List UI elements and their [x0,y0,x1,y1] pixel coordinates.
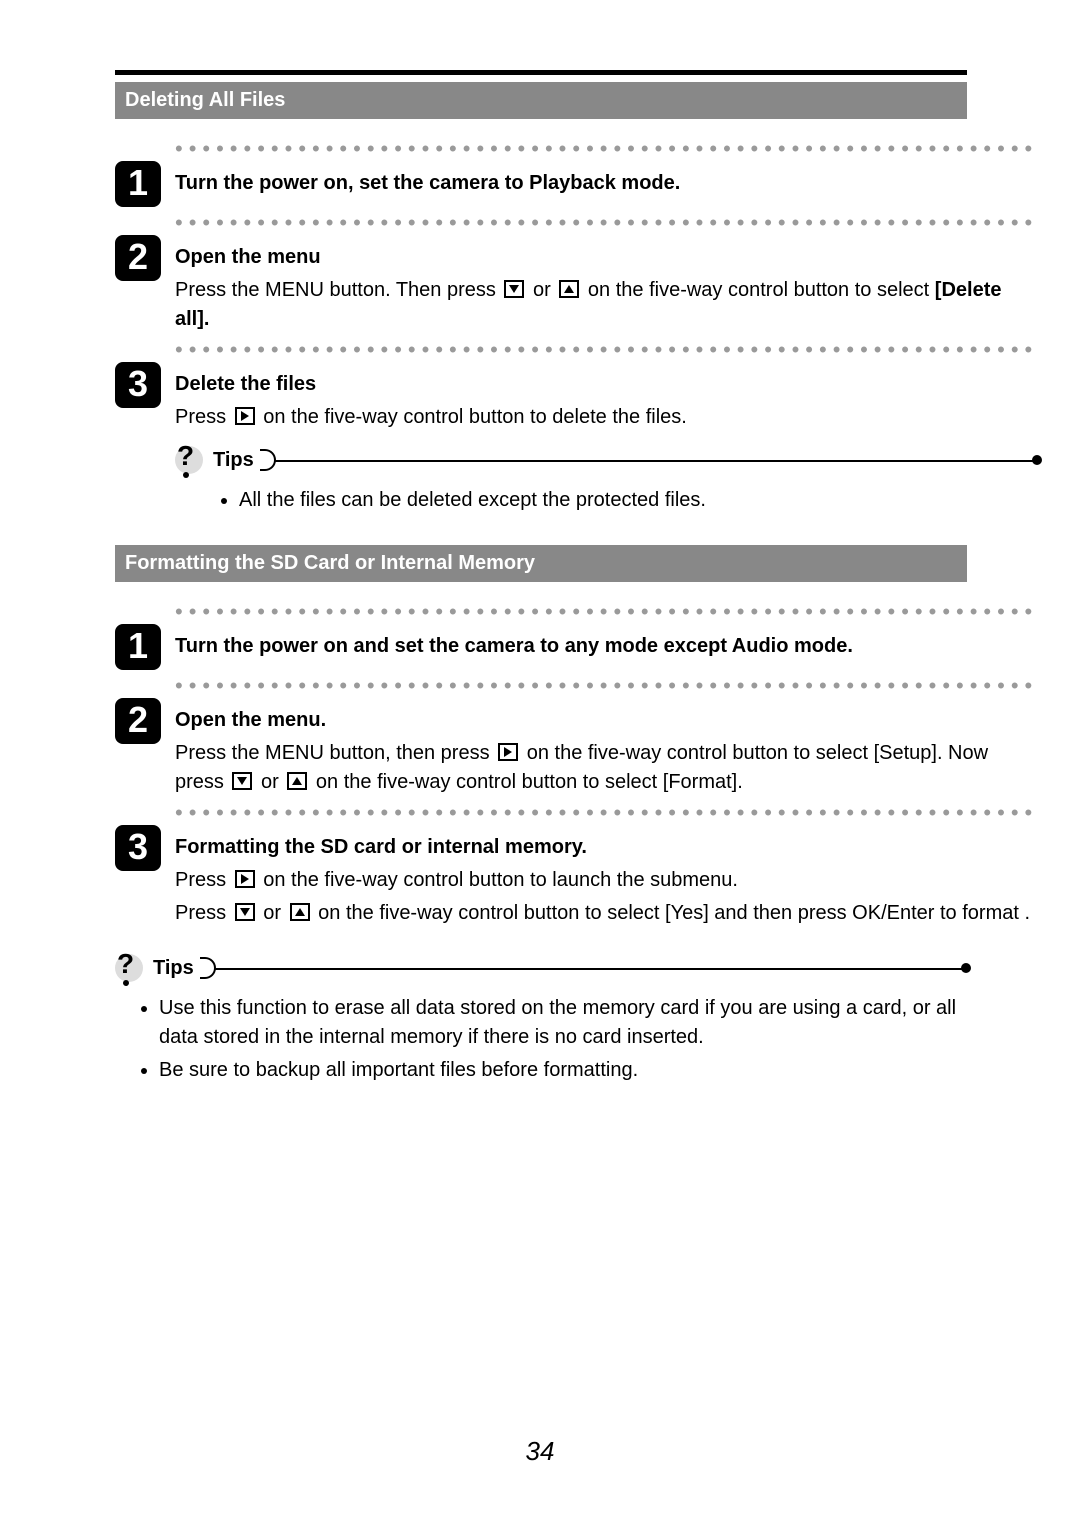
right-arrow-icon [235,407,255,425]
sec2-s2-a: Press the MENU button, then press [175,742,495,764]
step-3: 3 ••••••••••••••••••••••••••••••••••••••… [115,338,967,519]
question-mark-icon: ? [175,442,207,478]
tips-item: All the files can be deleted except the … [239,486,1038,515]
sec2-step-2-text: Press the MENU button, then press on the… [175,739,1038,797]
step-badge-3: 3 [115,825,161,871]
step-2: 2 ••••••••••••••••••••••••••••••••••••••… [115,211,967,334]
tips-list: All the files can be deleted except the … [175,486,1038,515]
page-top-rule [115,70,967,75]
step-3-text: Press on the five-way control button to … [175,403,1038,432]
step-badge-3: 3 [115,362,161,408]
step-2-text: Press the MENU button. Then press or on … [175,276,1038,334]
step-1: 1 ••••••••••••••••••••••••••••••••••••••… [115,137,967,207]
step-2-title: Open the menu [175,243,1038,272]
step-badge-1: 1 [115,161,161,207]
sec2-step-2-title-text: Open the menu [175,709,321,731]
up-arrow-icon [559,280,579,298]
sec2-step-2: 2 ••••••••••••••••••••••••••••••••••••••… [115,674,967,797]
sec2-step-1-title: Turn the power on and set the camera to … [175,632,1038,661]
down-arrow-icon [232,772,252,790]
sec2-step-3: 3 ••••••••••••••••••••••••••••••••••••••… [115,801,967,928]
sec2-step-1: 1 ••••••••••••••••••••••••••••••••••••••… [115,600,967,670]
page-number: 34 [0,1433,1080,1471]
step-3-title: Delete the files [175,370,1038,399]
tips-item: Be sure to backup all important files be… [159,1056,967,1085]
tips-block: ? Tips [115,950,967,986]
dotted-divider: ••••••••••••••••••••••••••••••••••••••••… [175,674,1038,698]
sec2-s3a-post: on the five-way control button to launch… [258,869,738,891]
step-2-text-b: on the five-way control button to select [582,279,934,301]
dotted-divider: ••••••••••••••••••••••••••••••••••••••••… [175,600,1038,624]
dotted-divider: ••••••••••••••••••••••••••••••••••••••••… [175,211,1038,235]
sec2-step-2-title-suffix: . [321,709,327,731]
down-arrow-icon [504,280,524,298]
step-badge-2: 2 [115,698,161,744]
sec2-s2-c: on the five-way control button to select… [310,771,742,793]
dotted-divider: ••••••••••••••••••••••••••••••••••••••••… [175,801,1038,825]
tips-label: Tips [213,446,254,475]
sec2-step-3-title-suffix: . [581,836,587,858]
question-mark-icon: ? [115,950,147,986]
dotted-divider: ••••••••••••••••••••••••••••••••••••••••… [175,137,1038,161]
step-badge-2: 2 [115,235,161,281]
sec2-step-3-text-b: Press or on the five-way control button … [175,899,1038,928]
step-1-title: Turn the power on, set the camera to Pla… [175,169,1038,198]
sec2-s3a-pre: Press [175,869,232,891]
up-arrow-icon [290,903,310,921]
tips-label: Tips [153,954,194,983]
sec2-s3b-post: on the five-way control button to select… [313,902,1030,924]
tips-rule-line [200,959,967,977]
sec2-step-3-title: Formatting the SD card or internal memor… [175,833,1038,862]
tips-item: Use this function to erase all data stor… [159,994,967,1052]
tips-rule-line [260,451,1038,469]
section-header-deleting-all-files: Deleting All Files [115,82,967,119]
dotted-divider: ••••••••••••••••••••••••••••••••••••••••… [175,338,1038,362]
up-arrow-icon [287,772,307,790]
sec2-s3b-or: or [258,902,287,924]
sec2-step-3-text-a: Press on the five-way control button to … [175,866,1038,895]
sec2-s2-or: or [255,771,284,793]
step-badge-1: 1 [115,624,161,670]
tips-list: Use this function to erase all data stor… [115,994,967,1085]
step-3-text-a: Press [175,406,232,428]
step-2-text-or: or [527,279,556,301]
tips-block: ? Tips [175,442,1038,478]
sec2-step-3-title-text: Formatting the SD card or internal memor… [175,836,581,858]
right-arrow-icon [235,870,255,888]
step-3-text-b: on the five-way control button to delete… [258,406,687,428]
right-arrow-icon [498,743,518,761]
step-2-text-a: Press the MENU button. Then press [175,279,501,301]
sec2-step-2-title: Open the menu. [175,706,1038,735]
sec2-s3b-pre: Press [175,902,232,924]
down-arrow-icon [235,903,255,921]
section-header-formatting: Formatting the SD Card or Internal Memor… [115,545,967,582]
